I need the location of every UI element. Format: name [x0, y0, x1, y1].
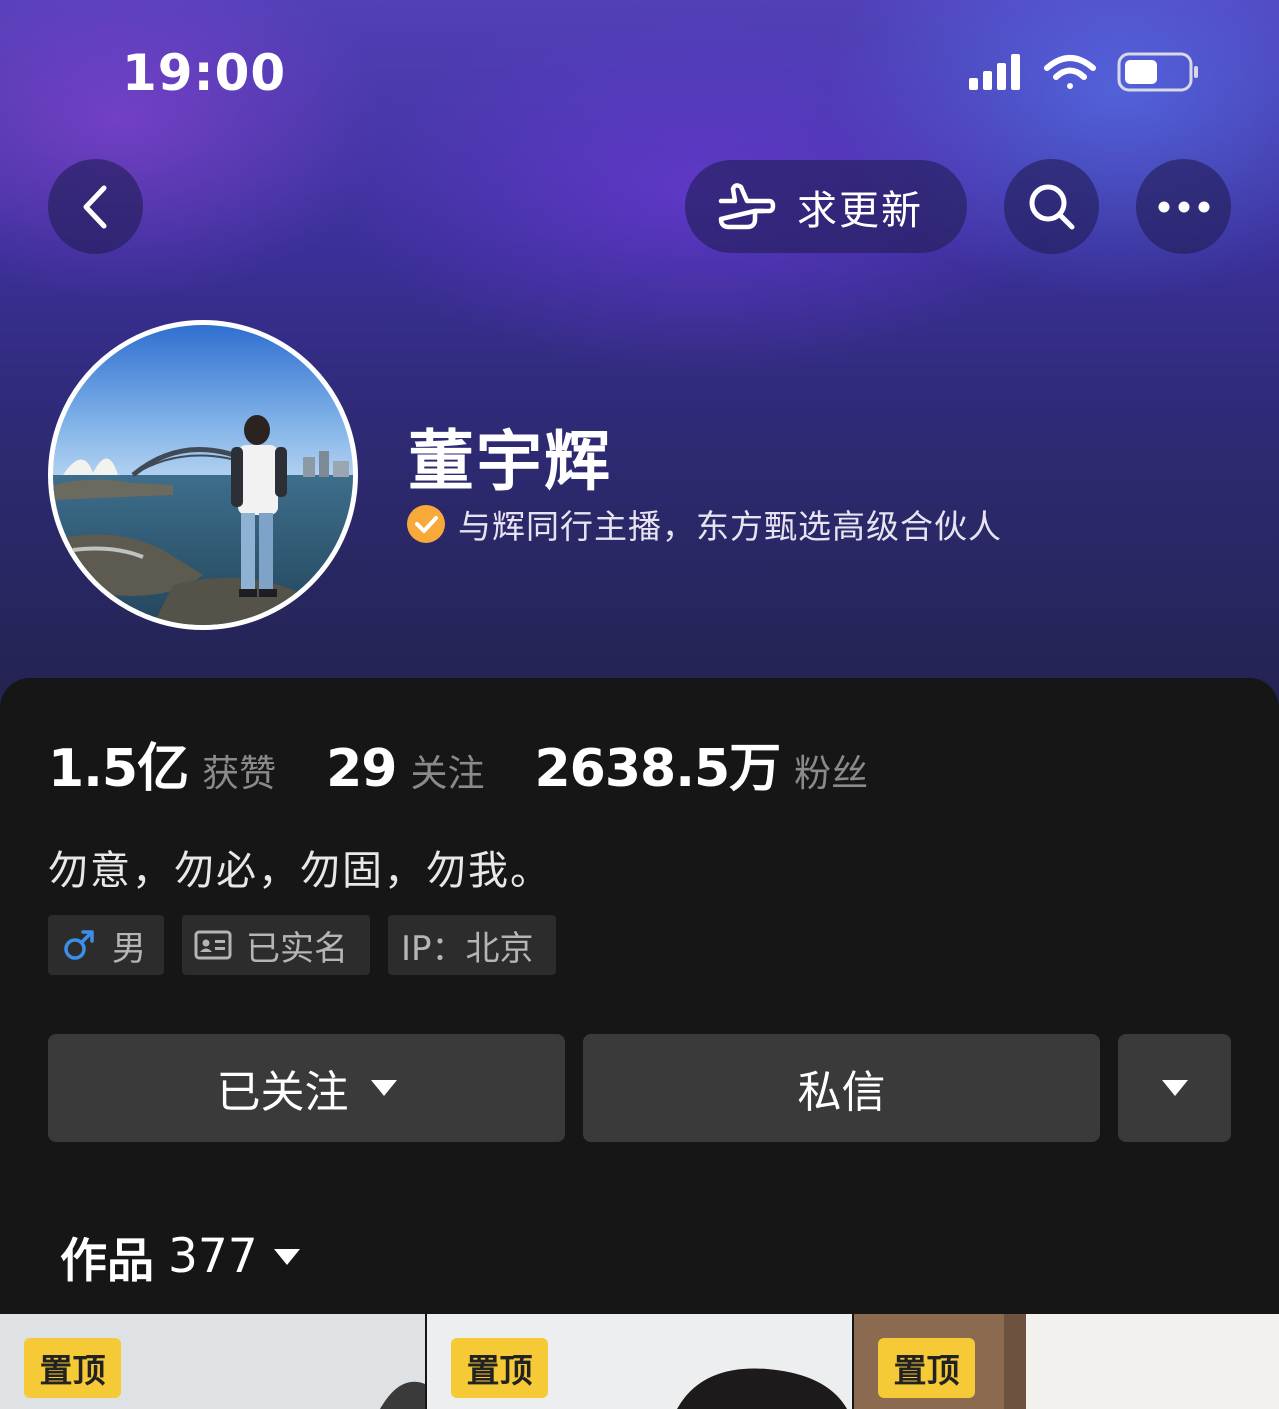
pinned-badge: 置顶: [451, 1338, 548, 1398]
profile-name: 董宇辉: [408, 423, 612, 500]
real-name-label: 已实名: [246, 928, 348, 969]
status-icons: [965, 50, 1205, 94]
ip-location-tag: IP：北京: [388, 915, 556, 975]
followed-button[interactable]: 已关注: [48, 1034, 565, 1142]
followed-label: 已关注: [216, 1067, 349, 1118]
battery-icon: [1117, 52, 1198, 92]
verified-badge-icon: [407, 505, 445, 543]
search-button[interactable]: [1004, 159, 1099, 254]
id-card-icon: [194, 930, 232, 960]
more-button[interactable]: [1136, 159, 1231, 254]
message-button[interactable]: 私信: [583, 1034, 1100, 1142]
following-count[interactable]: 29: [326, 739, 397, 799]
expand-recommendations-button[interactable]: [1118, 1034, 1231, 1142]
cellular-signal-icon: [969, 54, 1020, 90]
bio-text: 勿意，勿必，勿固，勿我。: [48, 848, 552, 894]
works-tab[interactable]: 作品 377: [60, 1222, 300, 1291]
stats-row: 1.5亿 获赞 29 关注 2638.5万 粉丝: [48, 726, 918, 799]
caret-down-icon: [1161, 1080, 1188, 1096]
video-thumbnail[interactable]: 置顶: [0, 1314, 425, 1409]
verification-text: 与辉同行主播，东方甄选高级合伙人: [458, 507, 1002, 546]
message-label: 私信: [797, 1067, 886, 1118]
status-time: 19:00: [122, 44, 287, 102]
real-name-tag: 已实名: [182, 915, 370, 975]
request-update-label: 求更新: [797, 187, 923, 234]
likes-label: 获赞: [202, 752, 277, 795]
likes-count: 1.5亿: [48, 739, 189, 799]
pinned-badge: 置顶: [24, 1338, 121, 1398]
following-label[interactable]: 关注: [411, 743, 485, 797]
verification-line: 与辉同行主播，东方甄选高级合伙人: [406, 500, 1002, 548]
works-label: 作品: [60, 1234, 154, 1289]
search-icon: [1029, 184, 1074, 229]
gender-tag: 男: [48, 915, 164, 975]
followers-label[interactable]: 粉丝: [794, 743, 868, 797]
gender-label: 男: [112, 928, 146, 969]
male-icon: [64, 930, 94, 960]
followers-count[interactable]: 2638.5万: [535, 726, 782, 801]
pinned-badge: 置顶: [878, 1338, 975, 1398]
video-thumbnail[interactable]: 置顶: [854, 1314, 1279, 1409]
request-update-button[interactable]: 求更新: [685, 160, 967, 253]
avatar[interactable]: [48, 320, 358, 630]
more-dots-icon: [1158, 201, 1209, 212]
caret-down-icon: [273, 1248, 300, 1265]
pointing-hand-icon: [718, 182, 776, 229]
wifi-icon: [1044, 55, 1096, 89]
back-button[interactable]: [48, 159, 143, 254]
works-count: 377: [168, 1229, 258, 1284]
ip-location-label: IP：北京: [401, 928, 534, 969]
avatar-photo: [53, 325, 353, 625]
video-thumbnail[interactable]: 置顶: [427, 1314, 852, 1409]
caret-down-icon: [370, 1080, 397, 1096]
chevron-left-icon: [83, 185, 106, 228]
